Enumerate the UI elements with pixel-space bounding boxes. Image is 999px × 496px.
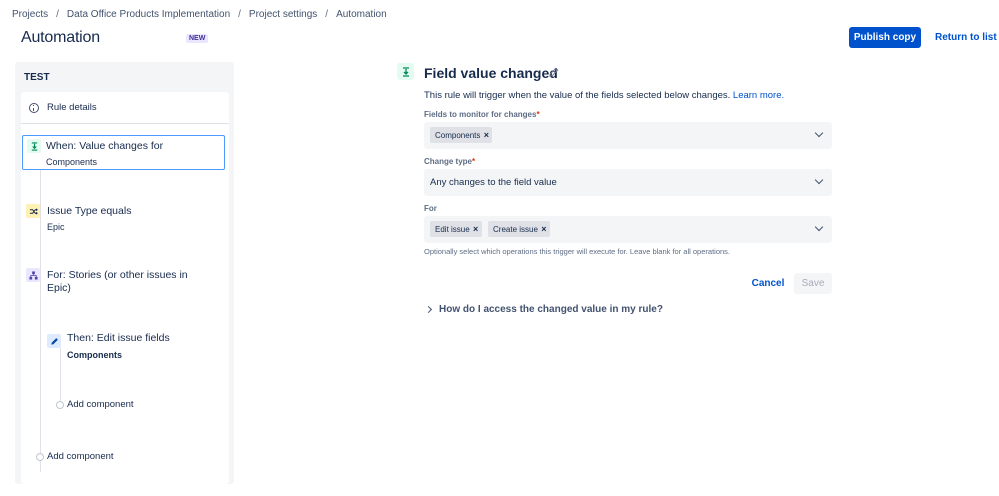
action-component[interactable]: Then: Edit issue fields Components bbox=[41, 330, 229, 366]
fields-to-monitor-label-text: Fields to monitor for changes bbox=[424, 110, 537, 119]
change-type-label-text: Change type bbox=[424, 157, 473, 166]
rule-details-label: Rule details bbox=[47, 102, 97, 113]
for-operations-select[interactable]: Edit issue × Create issue × bbox=[424, 216, 832, 243]
add-component-outer-link[interactable]: Add component bbox=[47, 451, 114, 462]
return-to-list-link[interactable]: Return to list bbox=[935, 32, 997, 43]
tag-components: Components × bbox=[430, 127, 493, 143]
breadcrumb-separator: / bbox=[56, 9, 59, 20]
changed-value-help-expander[interactable]: How do I access the changed value in my … bbox=[424, 304, 663, 315]
change-type-select[interactable]: Any changes to the field value bbox=[424, 169, 832, 196]
tag-edit-issue: Edit issue × bbox=[430, 221, 482, 237]
remove-tag-icon[interactable]: × bbox=[470, 221, 482, 237]
rule-details-item[interactable]: Rule details bbox=[21, 92, 229, 124]
for-help-text: Optionally select which operations this … bbox=[424, 247, 730, 256]
rule-name[interactable]: TEST bbox=[24, 72, 50, 83]
required-marker: * bbox=[472, 157, 476, 166]
breadcrumb-automation[interactable]: Automation bbox=[336, 9, 387, 20]
breadcrumb-separator: / bbox=[238, 9, 241, 20]
breadcrumb-project-settings[interactable]: Project settings bbox=[249, 9, 317, 20]
chevron-down-icon bbox=[814, 175, 824, 185]
change-type-value: Any changes to the field value bbox=[430, 177, 557, 188]
change-type-label: Change type* bbox=[424, 157, 475, 166]
breadcrumb-project[interactable]: Data Office Products Implementation bbox=[67, 9, 230, 20]
condition-subtitle: Epic bbox=[47, 222, 65, 232]
branch-timeline-line bbox=[60, 348, 61, 408]
edit-title-icon[interactable] bbox=[548, 67, 559, 78]
add-component-dot bbox=[56, 401, 64, 409]
action-title: Then: Edit issue fields bbox=[67, 332, 170, 344]
rule-panel: TEST Rule details When: Value changes fo… bbox=[15, 62, 234, 484]
chevron-down-icon bbox=[814, 128, 824, 138]
breadcrumb: Projects / Data Office Products Implemen… bbox=[12, 9, 387, 20]
new-badge: NEW bbox=[186, 34, 209, 43]
action-subtitle: Components bbox=[67, 350, 122, 360]
chevron-down-icon bbox=[814, 222, 824, 232]
condition-title: Issue Type equals bbox=[47, 205, 132, 217]
page-title: Automation bbox=[21, 29, 100, 46]
tag-label: Edit issue bbox=[435, 224, 470, 234]
add-component-dot bbox=[36, 453, 44, 461]
branch-component[interactable]: For: Stories (or other issues in Epic) bbox=[21, 264, 229, 300]
expander-label: How do I access the changed value in my … bbox=[439, 304, 663, 315]
form-title: Field value changed bbox=[424, 65, 558, 81]
breadcrumb-projects[interactable]: Projects bbox=[12, 9, 48, 20]
remove-tag-icon[interactable]: × bbox=[480, 127, 492, 143]
save-button[interactable]: Save bbox=[794, 273, 832, 294]
trigger-title: When: Value changes for bbox=[46, 140, 164, 152]
form-description-text: This rule will trigger when the value of… bbox=[424, 90, 731, 101]
trigger-component[interactable]: When: Value changes for Components bbox=[22, 135, 225, 170]
trigger-subtitle: Components bbox=[46, 157, 98, 167]
condition-component[interactable]: Issue Type equals Epic bbox=[21, 200, 229, 236]
field-changed-icon bbox=[397, 63, 414, 80]
cancel-button[interactable]: Cancel bbox=[746, 273, 790, 294]
fields-to-monitor-label: Fields to monitor for changes* bbox=[424, 110, 540, 119]
shuffle-icon bbox=[26, 204, 40, 218]
learn-more-link[interactable]: Learn more. bbox=[733, 90, 784, 101]
pencil-icon bbox=[47, 334, 61, 348]
add-component-inner-link[interactable]: Add component bbox=[67, 399, 134, 410]
tag-label: Components bbox=[435, 130, 481, 140]
for-label: For bbox=[424, 204, 437, 213]
hierarchy-icon bbox=[26, 268, 40, 282]
chevron-right-icon bbox=[424, 305, 433, 314]
required-marker: * bbox=[536, 110, 540, 119]
tag-label: Create issue bbox=[493, 224, 538, 234]
fields-to-monitor-select[interactable]: Components × bbox=[424, 122, 832, 149]
remove-tag-icon[interactable]: × bbox=[538, 221, 550, 237]
publish-copy-button[interactable]: Publish copy bbox=[849, 27, 921, 48]
info-icon bbox=[29, 102, 39, 113]
field-changed-icon bbox=[27, 139, 41, 153]
breadcrumb-separator: / bbox=[325, 9, 329, 20]
branch-title-line2: Epic) bbox=[47, 282, 71, 294]
branch-title-line1: For: Stories (or other issues in bbox=[47, 269, 188, 281]
rule-component-list: Rule details When: Value changes for Com… bbox=[21, 92, 229, 484]
form-description: This rule will trigger when the value of… bbox=[424, 90, 784, 101]
tag-create-issue: Create issue × bbox=[488, 221, 550, 237]
